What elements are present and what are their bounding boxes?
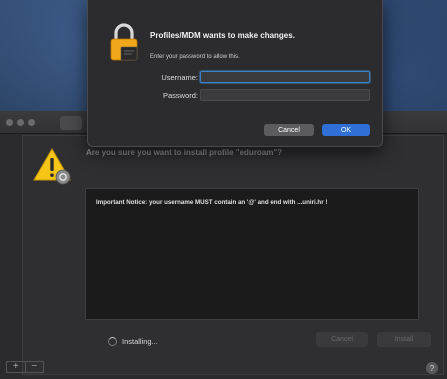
password-label: Password:	[162, 91, 198, 100]
remove-profile-button[interactable]: −	[24, 362, 44, 372]
username-label: Username:	[161, 73, 198, 82]
install-question: Are you sure you want to install profile…	[86, 148, 283, 157]
progress-spinner-icon	[108, 337, 117, 346]
username-field[interactable]	[200, 71, 370, 83]
dialog-title: Profiles/MDM wants to make changes.	[150, 31, 295, 40]
help-button[interactable]: ?	[426, 362, 438, 374]
authorization-dialog: Profiles/MDM wants to make changes. Ente…	[87, 0, 383, 147]
ok-button[interactable]: OK	[322, 124, 370, 136]
notice-textbox[interactable]: Important Notice: your username MUST con…	[85, 188, 419, 320]
back-forward-control[interactable]	[60, 116, 82, 130]
install-button[interactable]: Install	[377, 332, 431, 347]
lock-icon	[110, 23, 138, 61]
installing-status: Installing...	[122, 337, 158, 346]
profile-cancel-button[interactable]: Cancel	[316, 332, 368, 347]
zoom-window-button[interactable]	[28, 119, 35, 126]
add-profile-button[interactable]: +	[7, 362, 25, 372]
cancel-button[interactable]: Cancel	[264, 124, 314, 136]
add-remove-control: + −	[6, 361, 44, 373]
close-window-button[interactable]	[6, 119, 13, 126]
minimize-window-button[interactable]	[17, 119, 24, 126]
warning-icon	[33, 148, 71, 185]
notice-text: Important Notice: your username MUST con…	[96, 199, 328, 206]
password-field[interactable]	[200, 89, 370, 101]
dialog-subtitle: Enter your password to allow this.	[150, 54, 240, 60]
